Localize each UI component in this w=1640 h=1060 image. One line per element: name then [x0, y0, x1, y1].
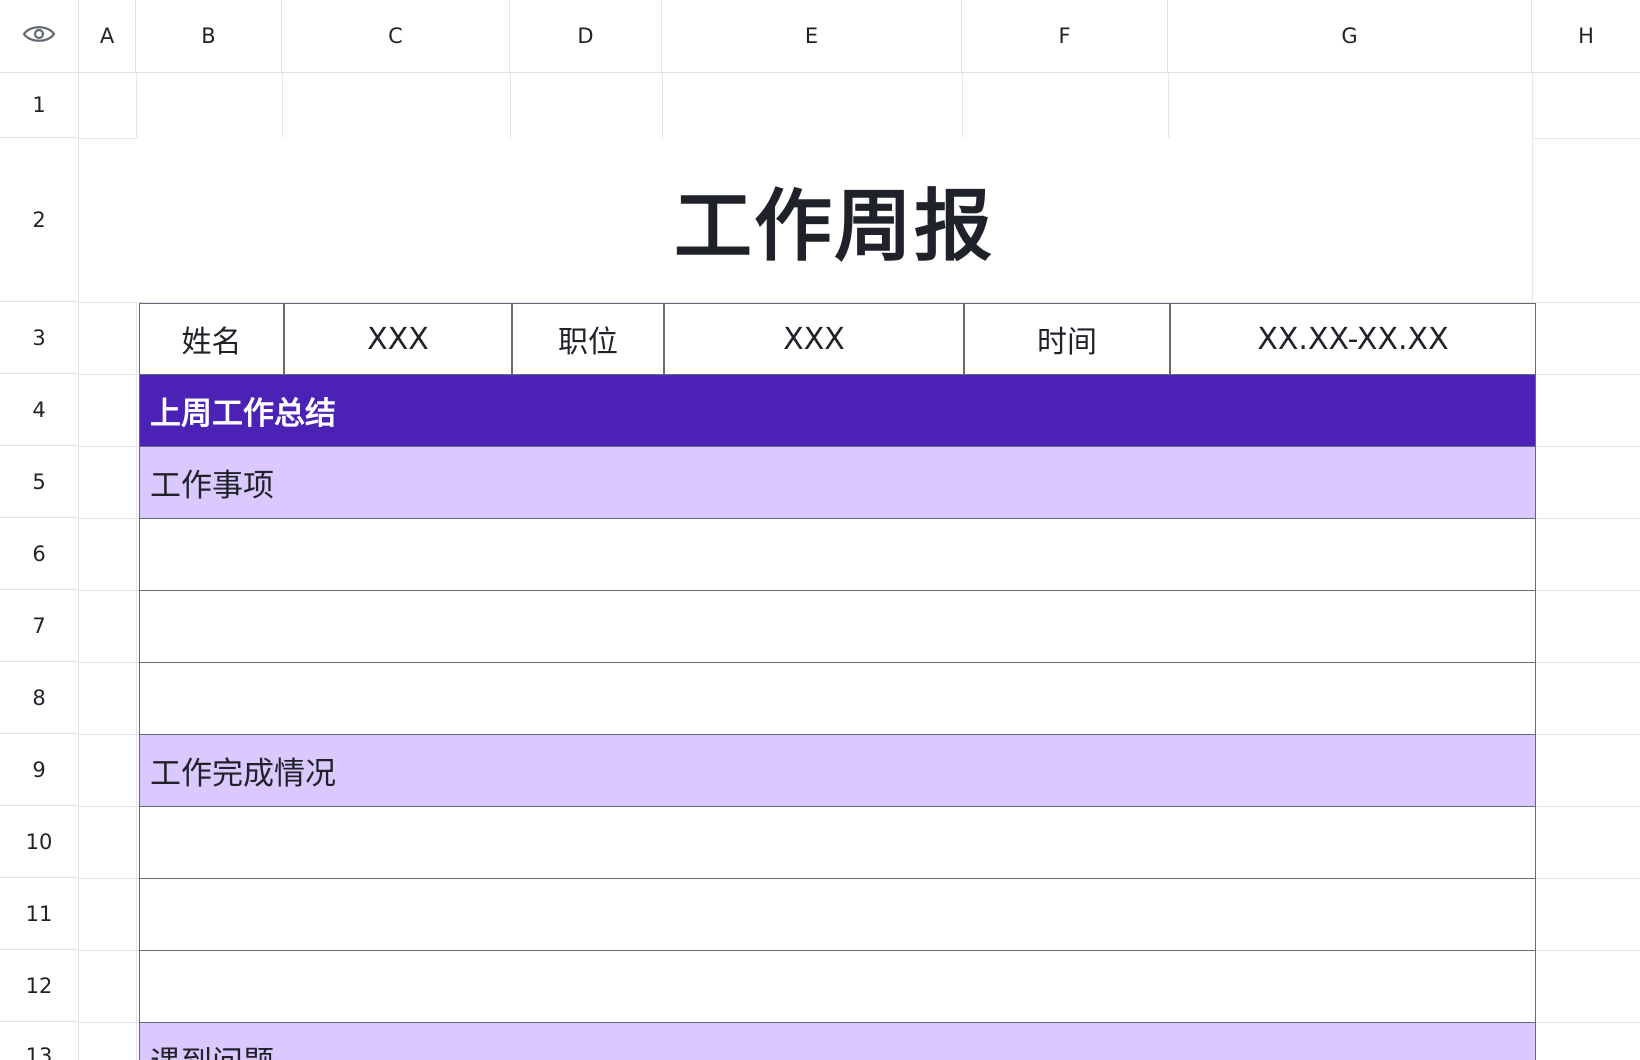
- column-header-c[interactable]: C: [282, 0, 510, 73]
- work-completion-row[interactable]: [139, 806, 1536, 879]
- row-header-12[interactable]: 12: [0, 950, 79, 1022]
- row-header-11[interactable]: 11: [0, 878, 79, 950]
- section-last-week-summary[interactable]: 上周工作总结: [139, 374, 1536, 447]
- column-header-h[interactable]: H: [1532, 0, 1640, 73]
- row-header-10[interactable]: 10: [0, 806, 79, 878]
- name-value[interactable]: XXX: [284, 303, 512, 375]
- gridline: [282, 73, 283, 138]
- work-items-header[interactable]: 工作事项: [139, 446, 1536, 519]
- work-completion-header[interactable]: 工作完成情况: [139, 734, 1536, 807]
- column-header-d[interactable]: D: [510, 0, 662, 73]
- problems-header[interactable]: 遇到问题: [139, 1022, 1536, 1060]
- gridline: [662, 73, 663, 138]
- name-label[interactable]: 姓名: [139, 303, 284, 375]
- gridline: [962, 73, 963, 138]
- column-header-b[interactable]: B: [136, 0, 282, 73]
- gridline: [1168, 73, 1169, 138]
- time-label[interactable]: 时间: [964, 303, 1170, 375]
- work-item-row[interactable]: [139, 518, 1536, 591]
- select-all-corner[interactable]: [0, 0, 79, 73]
- work-completion-row[interactable]: [139, 950, 1536, 1023]
- column-header-g[interactable]: G: [1168, 0, 1532, 73]
- time-value[interactable]: XX.XX-XX.XX: [1170, 303, 1536, 375]
- column-header-a[interactable]: A: [79, 0, 136, 73]
- work-item-row[interactable]: [139, 662, 1536, 735]
- position-value[interactable]: XXX: [664, 303, 964, 375]
- row-header-7[interactable]: 7: [0, 590, 79, 662]
- eye-icon[interactable]: [22, 23, 56, 49]
- column-header-e[interactable]: E: [662, 0, 962, 73]
- work-completion-row[interactable]: [139, 878, 1536, 951]
- column-header-f[interactable]: F: [962, 0, 1168, 73]
- row-header-5[interactable]: 5: [0, 446, 79, 518]
- row-header-1[interactable]: 1: [0, 73, 79, 138]
- row-header-13[interactable]: 13: [0, 1022, 79, 1060]
- work-item-row[interactable]: [139, 590, 1536, 663]
- row-header-8[interactable]: 8: [0, 662, 79, 734]
- report-title[interactable]: 工作周报: [136, 138, 1532, 302]
- row-header-6[interactable]: 6: [0, 518, 79, 590]
- position-label[interactable]: 职位: [512, 303, 664, 375]
- row-header-9[interactable]: 9: [0, 734, 79, 806]
- gridline: [510, 73, 511, 138]
- row-header-4[interactable]: 4: [0, 374, 79, 446]
- row-header-3[interactable]: 3: [0, 302, 79, 374]
- spreadsheet-grid[interactable]: A B C D E F G H 1 2 3 4 5 6 7 8 9 10 11 …: [0, 0, 1640, 1060]
- row-header-2[interactable]: 2: [0, 138, 79, 302]
